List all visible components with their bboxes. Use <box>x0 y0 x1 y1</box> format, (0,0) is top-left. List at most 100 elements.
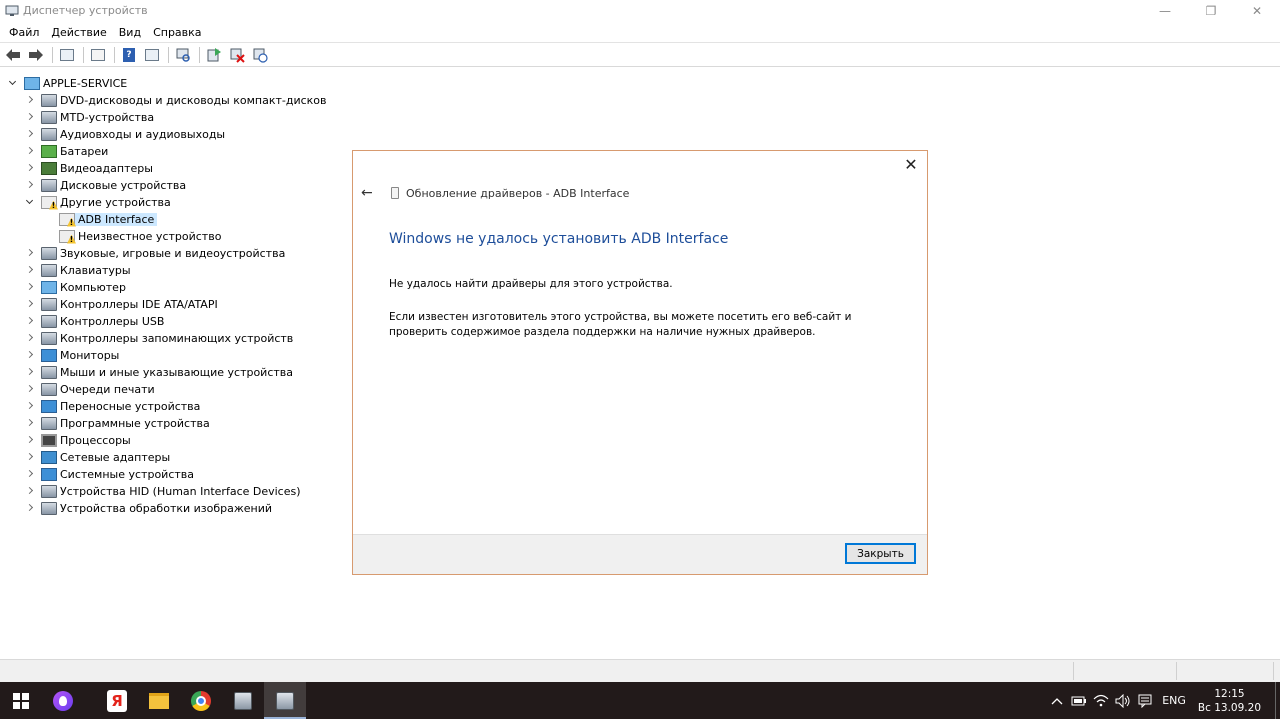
expand-chevron-icon[interactable] <box>25 112 35 122</box>
tree-item-batteries[interactable]: Батареи <box>25 143 108 159</box>
tree-item-hid[interactable]: Устройства HID (Human Interface Devices) <box>25 483 301 499</box>
expand-chevron-icon[interactable] <box>25 350 35 360</box>
volume-icon[interactable] <box>1112 682 1134 719</box>
expand-chevron-icon[interactable] <box>25 146 35 156</box>
tree-item-usb[interactable]: Контроллеры USB <box>25 313 164 329</box>
display-adapter-icon <box>41 161 57 175</box>
disable-device-icon[interactable] <box>251 46 269 64</box>
tree-item-mice[interactable]: Мыши и иные указывающие устройства <box>25 364 293 380</box>
clock[interactable]: 12:15 Вс 13.09.20 <box>1198 687 1261 715</box>
close-button[interactable]: Закрыть <box>845 543 916 564</box>
tree-item-imaging[interactable]: Устройства обработки изображений <box>25 500 272 516</box>
show-hide-icon[interactable] <box>89 46 107 64</box>
tree-item-print-queues[interactable]: Очереди печати <box>25 381 155 397</box>
expand-chevron-icon[interactable] <box>25 129 35 139</box>
tree-item-label: Компьютер <box>60 280 126 294</box>
dvd-drive-icon <box>41 93 57 107</box>
chevron-up-icon[interactable] <box>1046 682 1068 719</box>
device-manager-active-taskbar-button[interactable] <box>264 682 306 719</box>
menu-action[interactable]: Действие <box>45 26 112 39</box>
tree-item-monitors[interactable]: Мониторы <box>25 347 119 363</box>
tree-item-ide[interactable]: Контроллеры IDE ATA/ATAPI <box>25 296 218 312</box>
menu-view[interactable]: Вид <box>113 26 147 39</box>
file-explorer-button[interactable] <box>138 682 180 719</box>
tree-item-label: Процессоры <box>60 433 131 447</box>
expand-chevron-icon[interactable] <box>25 435 35 445</box>
expand-chevron-icon[interactable] <box>25 367 35 377</box>
scan-hardware-icon[interactable] <box>174 46 192 64</box>
expand-chevron-icon[interactable] <box>25 180 35 190</box>
tree-root[interactable]: APPLE-SERVICE <box>8 75 127 91</box>
start-button[interactable] <box>0 682 42 719</box>
tree-item-storage-controllers[interactable]: Контроллеры запоминающих устройств <box>25 330 293 346</box>
tree-item-computer[interactable]: Компьютер <box>25 279 126 295</box>
expand-chevron-icon[interactable] <box>25 248 35 258</box>
expand-chevron-icon[interactable] <box>25 316 35 326</box>
tree-item-adb-interface[interactable]: ADB Interface <box>59 211 158 227</box>
expand-chevron-icon[interactable] <box>25 469 35 479</box>
view-icon[interactable] <box>143 46 161 64</box>
expand-chevron-icon[interactable] <box>25 163 35 173</box>
tree-item-label: Неизвестное устройство <box>78 229 222 243</box>
yandex-browser-button[interactable]: Я <box>96 682 138 719</box>
title-bar: Диспетчер устройств — ❐ ✕ <box>0 0 1280 21</box>
driver-update-dialog: ✕ ← Обновление драйверов - ADB Interface… <box>352 150 928 575</box>
expand-chevron-icon[interactable] <box>25 503 35 513</box>
system-tray: ENG 12:15 Вс 13.09.20 <box>1046 682 1280 719</box>
back-arrow-icon[interactable]: ← <box>361 185 377 201</box>
tree-item-unknown-device[interactable]: Неизвестное устройство <box>59 228 221 244</box>
tree-item-software-devices[interactable]: Программные устройства <box>25 415 210 431</box>
back-arrow-icon[interactable] <box>4 46 22 64</box>
tree-item-label: Программные устройства <box>60 416 210 430</box>
collapse-chevron-icon[interactable] <box>25 197 35 207</box>
help-icon[interactable]: ? <box>120 46 138 64</box>
device-icon <box>391 187 399 199</box>
chrome-button[interactable] <box>180 682 222 719</box>
tree-item-label: Переносные устройства <box>60 399 201 413</box>
restore-button[interactable]: ❐ <box>1188 0 1234 21</box>
tree-item-keyboards[interactable]: Клавиатуры <box>25 262 131 278</box>
menu-file[interactable]: Файл <box>3 26 45 39</box>
show-desktop-button[interactable] <box>1275 682 1280 719</box>
uninstall-device-icon[interactable] <box>228 46 246 64</box>
expand-chevron-icon[interactable] <box>25 401 35 411</box>
device-manager-taskbar-button[interactable] <box>222 682 264 719</box>
expand-chevron-icon[interactable] <box>25 95 35 105</box>
tree-item-other-devices[interactable]: Другие устройства <box>25 194 171 210</box>
menu-help[interactable]: Справка <box>147 26 207 39</box>
properties-icon[interactable] <box>58 46 76 64</box>
toolbar-separator <box>83 46 84 63</box>
tree-item-display-adapters[interactable]: Видеоадаптеры <box>25 160 153 176</box>
tree-item-mtd[interactable]: MTD-устройства <box>25 109 154 125</box>
alice-button[interactable] <box>42 682 84 719</box>
battery-icon[interactable] <box>1068 682 1090 719</box>
tree-item-audio-io[interactable]: Аудиовходы и аудиовыходы <box>25 126 225 142</box>
expand-chevron-icon[interactable] <box>25 265 35 275</box>
tree-item-processors[interactable]: Процессоры <box>25 432 131 448</box>
windows-logo-icon <box>13 692 29 709</box>
tree-item-network[interactable]: Сетевые адаптеры <box>25 449 170 465</box>
window-title: Диспетчер устройств <box>23 4 148 17</box>
tree-item-label: Контроллеры IDE ATA/ATAPI <box>60 297 218 311</box>
tree-item-system[interactable]: Системные устройства <box>25 466 194 482</box>
wifi-icon[interactable] <box>1090 682 1112 719</box>
dialog-close-icon[interactable]: ✕ <box>902 156 920 174</box>
input-language[interactable]: ENG <box>1162 694 1186 707</box>
expand-chevron-icon[interactable] <box>25 333 35 343</box>
tree-item-dvd[interactable]: DVD-дисководы и дисководы компакт-дисков <box>25 92 327 108</box>
tree-item-sound[interactable]: Звуковые, игровые и видеоустройства <box>25 245 285 261</box>
collapse-chevron-icon[interactable] <box>8 78 18 88</box>
tree-item-portable[interactable]: Переносные устройства <box>25 398 200 414</box>
expand-chevron-icon[interactable] <box>25 282 35 292</box>
expand-chevron-icon[interactable] <box>25 299 35 309</box>
expand-chevron-icon[interactable] <box>25 384 35 394</box>
forward-arrow-icon[interactable] <box>27 46 45 64</box>
expand-chevron-icon[interactable] <box>25 452 35 462</box>
close-window-button[interactable]: ✕ <box>1234 0 1280 21</box>
minimize-button[interactable]: — <box>1142 0 1188 21</box>
expand-chevron-icon[interactable] <box>25 486 35 496</box>
expand-chevron-icon[interactable] <box>25 418 35 428</box>
tree-item-disk-drives[interactable]: Дисковые устройства <box>25 177 186 193</box>
update-driver-icon[interactable] <box>205 46 223 64</box>
notifications-icon[interactable] <box>1134 682 1156 719</box>
